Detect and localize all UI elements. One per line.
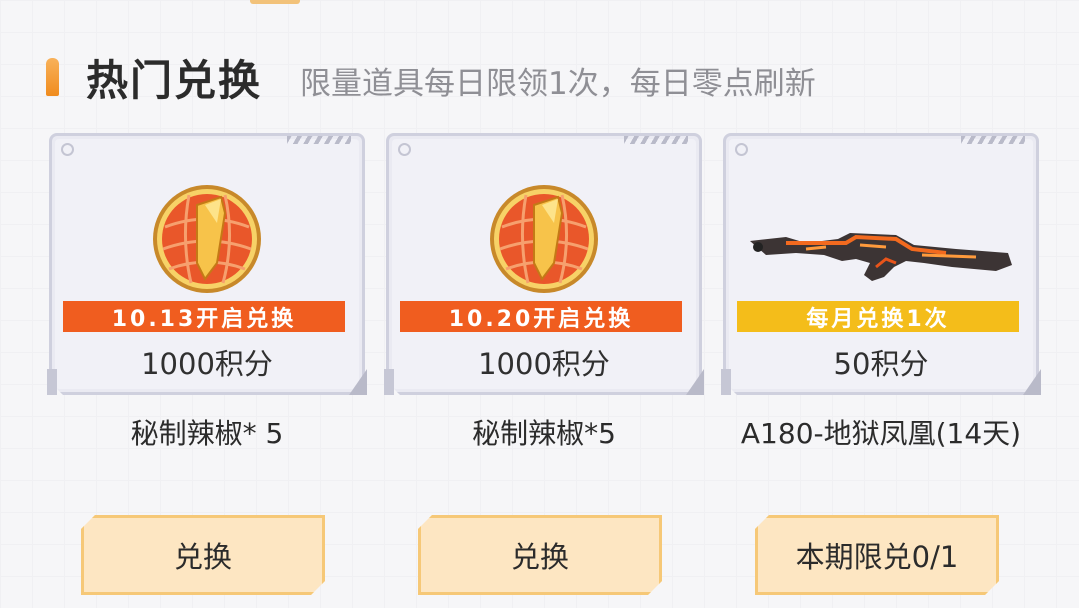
item-name: A180-地狱凤凰(14天): [740, 417, 1022, 450]
card-dot-icon: [61, 143, 74, 156]
card-dot-icon: [735, 143, 748, 156]
card-stripes-decoration: [287, 136, 351, 144]
reward-card[interactable]: 每月兑换1次 50积分: [721, 133, 1041, 395]
section-title: 热门兑换: [86, 56, 263, 105]
item-name: 秘制辣椒* 5: [130, 417, 284, 450]
card-price: 1000积分: [141, 347, 273, 381]
top-tab-indicator: [250, 0, 300, 4]
card-price: 50积分: [833, 347, 929, 381]
reward-card[interactable]: 10.13开启兑换 1000积分: [47, 133, 367, 395]
redeem-button[interactable]: 兑换: [81, 515, 325, 595]
section-marker-icon: [46, 58, 59, 96]
chili-coin-icon: [488, 183, 600, 299]
card-banner: 10.13开启兑换: [63, 301, 345, 332]
card-price: 1000积分: [478, 347, 610, 381]
section-subtitle: 限量道具每日限领1次，每日零点刷新: [300, 66, 816, 102]
card-stripes-decoration: [624, 136, 688, 144]
chili-coin-icon: [151, 183, 263, 299]
reward-card[interactable]: 10.20开启兑换 1000积分: [384, 133, 704, 395]
card-stripes-decoration: [961, 136, 1025, 144]
redeem-button-label: 兑换: [510, 540, 569, 574]
card-banner: 每月兑换1次: [737, 301, 1019, 332]
redeem-button-label: 本期限兑0/1: [795, 540, 959, 574]
redeem-button-label: 兑换: [173, 540, 232, 574]
redeem-button[interactable]: 兑换: [418, 515, 662, 595]
card-banner: 10.20开启兑换: [400, 301, 682, 332]
rifle-icon: [746, 197, 1016, 291]
redeem-limit-button[interactable]: 本期限兑0/1: [755, 515, 999, 595]
card-dot-icon: [398, 143, 411, 156]
item-name: 秘制辣椒*5: [472, 417, 616, 450]
